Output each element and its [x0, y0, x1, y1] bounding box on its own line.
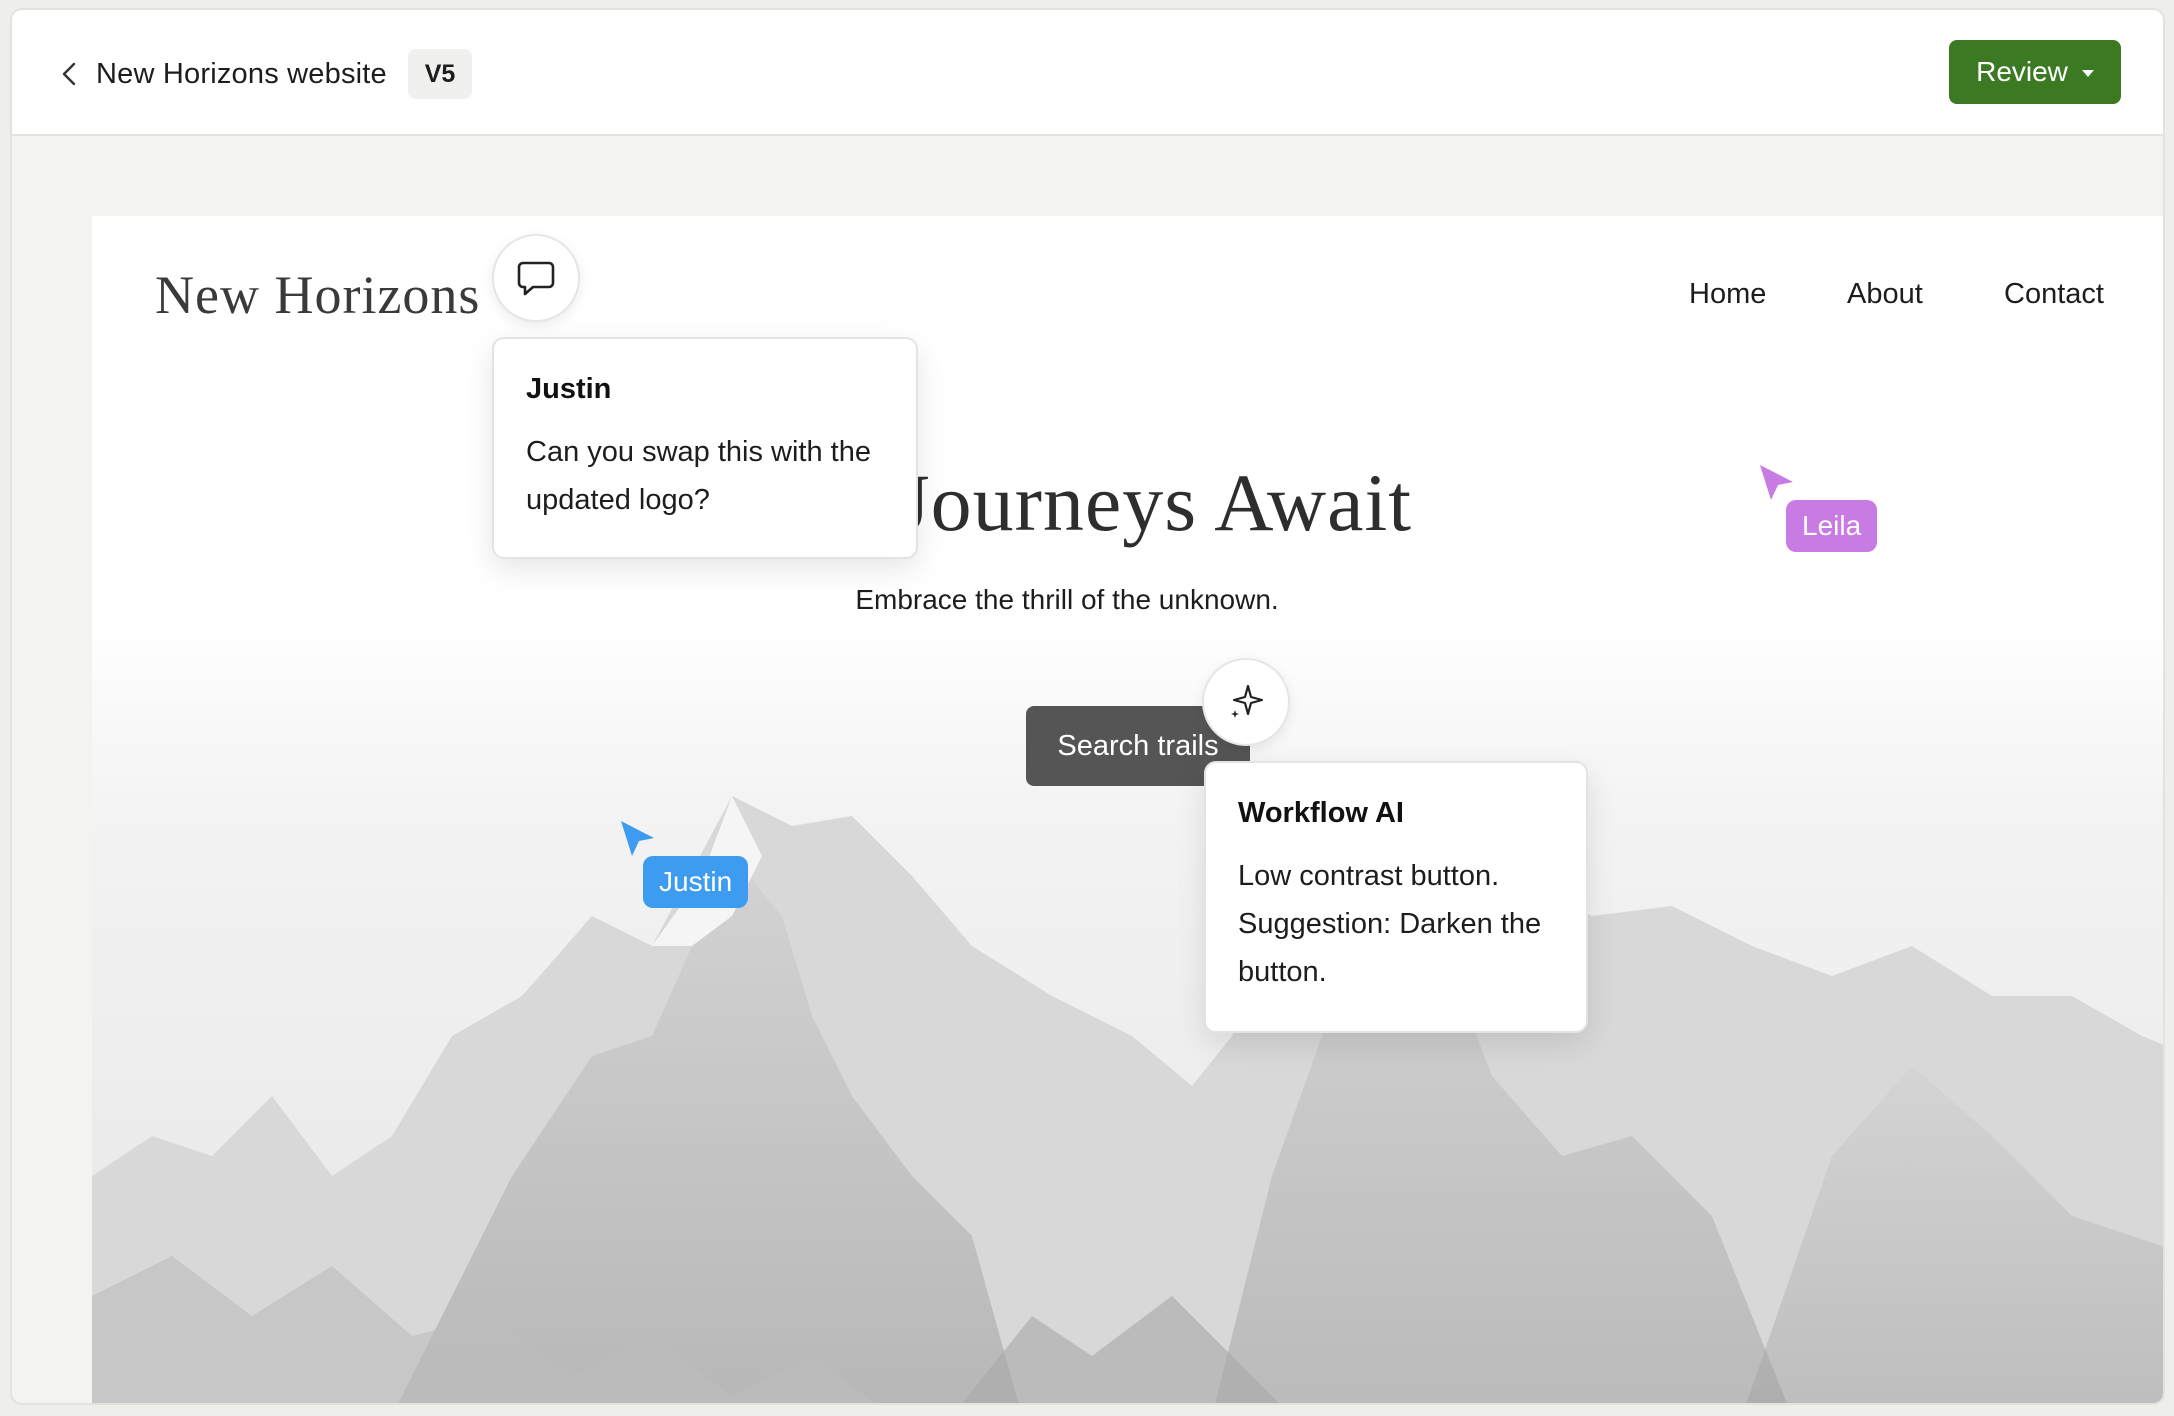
review-button[interactable]: Review [1949, 40, 2121, 104]
comment-pin[interactable] [492, 234, 580, 322]
top-bar: New Horizons website V5 Review [12, 10, 2163, 136]
back-button[interactable] [54, 54, 84, 94]
comment-author: Justin [526, 373, 612, 405]
website-preview: New Horizons Home About Contact Epic Jou… [92, 216, 2163, 1403]
version-badge[interactable]: V5 [408, 49, 472, 99]
speech-bubble-icon [517, 261, 555, 296]
chevron-left-icon [62, 62, 76, 86]
hero-subtitle: Embrace the thrill of the unknown. [855, 584, 1279, 615]
caret-down-icon [2081, 70, 2094, 77]
leila-cursor-label: Leila [1786, 500, 1878, 552]
nav-home[interactable]: Home [1689, 278, 1766, 311]
ai-author: Workflow AI [1238, 797, 1404, 829]
sparkle-icon [1231, 684, 1264, 718]
ai-suggestion-text: Low contrast button. Suggestion: Darken … [1238, 860, 1542, 988]
review-button-label: Review [1976, 56, 2068, 87]
comment-text: Can you swap this with the updated logo? [526, 436, 871, 516]
nav-contact[interactable]: Contact [2004, 278, 2104, 311]
ai-suggestion-card[interactable]: Workflow AI Low contrast button. Suggest… [1204, 761, 1588, 1033]
site-logo[interactable]: New Horizons [155, 264, 480, 326]
justin-cursor-label: Justin [643, 856, 749, 908]
project-title: New Horizons website [96, 58, 387, 90]
ai-suggestion-pin[interactable] [1202, 658, 1290, 746]
hero-title: Epic Journeys Await [721, 457, 1413, 548]
app-window: New Horizons website V5 Review New Horiz… [10, 8, 2165, 1405]
comment-card[interactable]: Justin Can you swap this with the update… [492, 337, 918, 559]
nav-about[interactable]: About [1847, 278, 1923, 311]
leila-cursor-arrow-icon [1760, 465, 1793, 500]
